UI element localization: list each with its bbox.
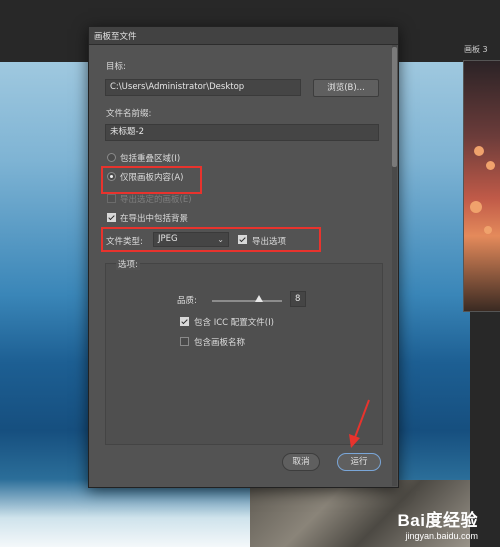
- highlight-box-content-only: [101, 166, 202, 194]
- quality-slider-thumb[interactable]: [254, 295, 263, 302]
- include-artboard-name-label: 包含画板名称: [194, 338, 246, 348]
- run-button[interactable]: 运行: [337, 453, 381, 471]
- options-group: [105, 263, 383, 445]
- cancel-button[interactable]: 取消: [282, 453, 320, 471]
- dialog-title: 画板至文件: [94, 32, 137, 42]
- quality-value-field[interactable]: 8: [290, 291, 306, 307]
- file-prefix-label: 文件名前缀:: [106, 109, 152, 119]
- watermark-logo: Bai度经验: [397, 511, 478, 530]
- highlight-box-file-type: [101, 227, 321, 252]
- export-selected-artboards-checkbox: [107, 194, 116, 203]
- export-selected-artboards-label: 导出选定的画板(E): [120, 195, 192, 205]
- include-background-checkbox[interactable]: [107, 213, 116, 222]
- destination-path-field[interactable]: C:\Users\Administrator\Desktop: [105, 79, 301, 96]
- include-overlapping-label: 包括重叠区域(I): [120, 154, 181, 164]
- include-overlapping-radio[interactable]: [107, 153, 116, 162]
- include-icc-profile-checkbox[interactable]: [180, 317, 189, 326]
- annotation-arrow-icon: [349, 399, 370, 448]
- include-background-label: 在导出中包括背景: [120, 214, 189, 224]
- file-prefix-field[interactable]: 未标题-2: [105, 124, 379, 141]
- artboard-3-label: 画板 3: [464, 45, 488, 54]
- watermark-url: jingyan.baidu.com: [405, 531, 478, 541]
- options-group-title: 选项:: [116, 258, 140, 270]
- include-artboard-name-checkbox[interactable]: [180, 337, 189, 346]
- dialog-scrollbar[interactable]: [392, 45, 397, 486]
- baidu-jingyan-watermark: Bai度经验 jingyan.baidu.com: [398, 506, 478, 541]
- artboard-3-thumbnail[interactable]: [463, 60, 500, 312]
- include-icc-profile-label: 包含 ICC 配置文件(I): [194, 318, 274, 328]
- browse-button[interactable]: 浏览(B)...: [313, 79, 379, 97]
- quality-slider-track[interactable]: [212, 300, 282, 302]
- destination-label: 目标:: [106, 62, 126, 72]
- dialog-scrollbar-thumb[interactable]: [392, 47, 397, 167]
- dialog-titlebar[interactable]: 画板至文件: [89, 27, 398, 45]
- quality-label: 品质:: [177, 296, 197, 306]
